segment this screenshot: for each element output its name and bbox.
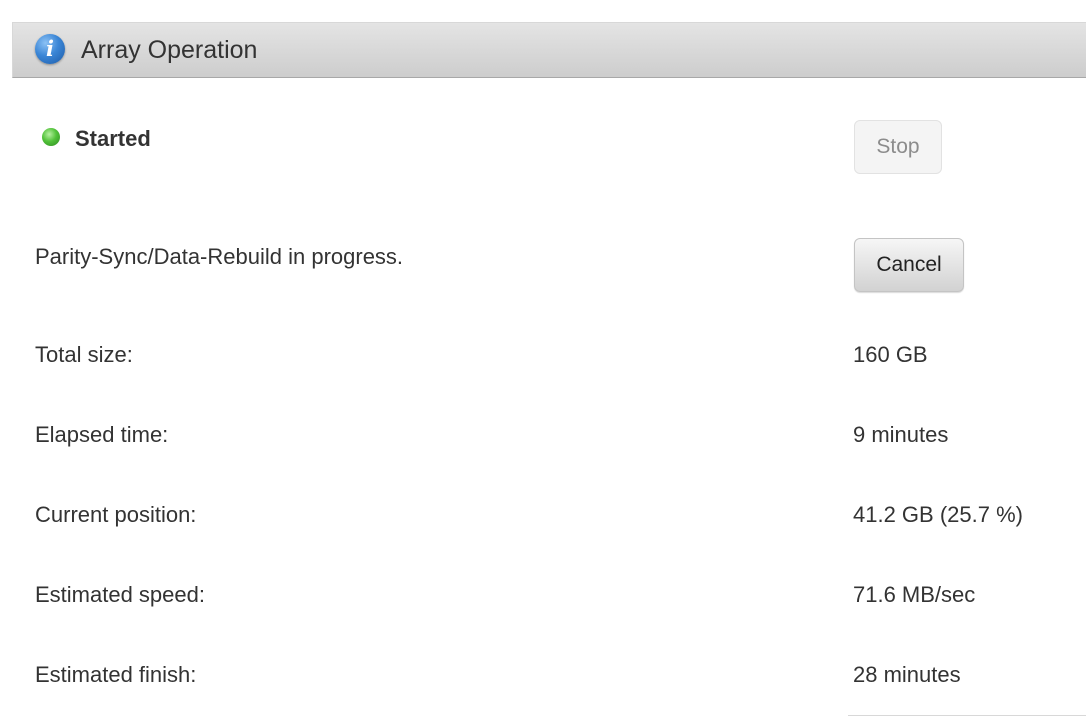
estimated-finish-value: 28 minutes bbox=[853, 662, 961, 687]
array-status-label: Started bbox=[75, 126, 151, 151]
estimated-finish-label: Estimated finish: bbox=[35, 662, 197, 687]
status-indicator-icon bbox=[42, 128, 60, 146]
current-position-value: 41.2 GB (25.7 %) bbox=[853, 502, 1023, 527]
panel-header: i Array Operation bbox=[12, 22, 1086, 78]
divider bbox=[848, 715, 1086, 716]
info-icon: i bbox=[35, 34, 65, 64]
elapsed-time-label: Elapsed time: bbox=[35, 422, 169, 447]
current-position-label: Current position: bbox=[35, 502, 197, 527]
total-size-value: 160 GB bbox=[853, 342, 928, 367]
panel-title: Array Operation bbox=[81, 36, 258, 64]
total-size-label: Total size: bbox=[35, 342, 133, 367]
elapsed-time-value: 9 minutes bbox=[853, 422, 949, 447]
estimated-speed-label: Estimated speed: bbox=[35, 582, 205, 607]
estimated-speed-value: 71.6 MB/sec bbox=[853, 582, 976, 607]
stop-button[interactable]: Stop bbox=[854, 120, 942, 174]
operation-message: Parity-Sync/Data-Rebuild in progress. bbox=[35, 244, 404, 269]
cancel-button[interactable]: Cancel bbox=[854, 238, 964, 292]
array-operation-page: i Array Operation Started Stop Parity-Sy… bbox=[0, 0, 1086, 718]
